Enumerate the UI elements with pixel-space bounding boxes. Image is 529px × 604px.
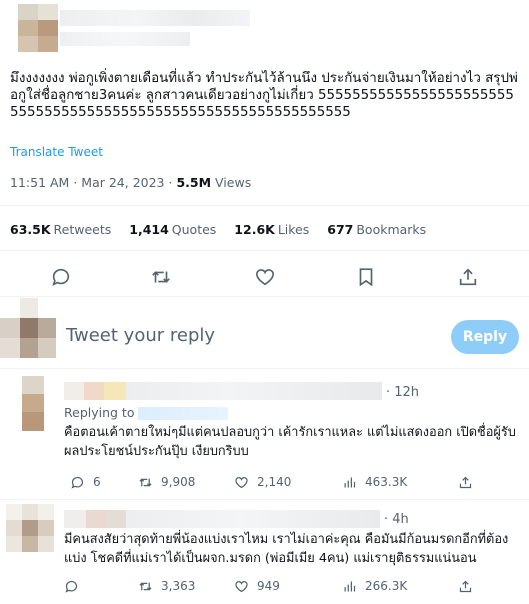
reply-share-button[interactable] xyxy=(458,576,473,596)
reply-views-count: 463.3K xyxy=(365,475,408,489)
reply-views[interactable]: 266.3K xyxy=(342,576,407,596)
reply-submit-button[interactable]: Reply xyxy=(451,320,519,354)
tweet-text: มึงงงงงงง พ่อกูเพิ่งตายเดือนที่แล้ว ทำปร… xyxy=(10,71,518,120)
reply-replies-count: 6 xyxy=(93,475,101,489)
tweet-time[interactable]: 11:51 AM xyxy=(10,175,69,190)
quotes-count: 1,414 xyxy=(129,222,169,237)
reply-input[interactable]: Tweet your reply xyxy=(66,325,215,346)
heart-icon xyxy=(235,476,248,488)
reply-retweets-count: 3,363 xyxy=(161,579,196,593)
retweets-count: 63.5K xyxy=(10,222,51,237)
composer-avatar-blurred xyxy=(0,298,56,358)
reply-timestamp[interactable]: · 12h xyxy=(386,385,419,400)
quotes-stat[interactable]: 1,414 Quotes xyxy=(129,222,216,237)
translate-tweet-link[interactable]: Translate Tweet xyxy=(10,145,103,159)
retweet-arrows-icon xyxy=(139,477,152,487)
reply-likes-count: 2,140 xyxy=(257,475,292,489)
reply-reply-button[interactable]: 6 xyxy=(70,472,101,492)
author-handle-blurred[interactable] xyxy=(60,32,190,46)
speech-bubble-icon xyxy=(65,580,78,593)
reply-avatar-blurred[interactable] xyxy=(22,376,44,431)
likes-label: Likes xyxy=(277,222,310,237)
reply-author-blurred[interactable] xyxy=(64,382,382,400)
replying-to: Replying to xyxy=(64,405,229,420)
reply-action-bar: 6 9,908 2,140 463.3K xyxy=(64,472,524,492)
reply-views[interactable]: 463.3K xyxy=(342,472,407,492)
likes-count: 12.6K xyxy=(234,222,275,237)
reply-retweet-button[interactable]: 9,908 xyxy=(138,472,195,492)
retweet-button[interactable] xyxy=(150,266,172,288)
likes-stat[interactable]: 12.6K Likes xyxy=(234,222,309,237)
engagement-stats: 63.5K Retweets 1,414 Quotes 12.6K Likes 677… xyxy=(10,222,440,237)
tweet-views-label: Views xyxy=(215,175,252,190)
retweet-arrows-icon xyxy=(139,581,152,591)
reply-reply-button[interactable] xyxy=(64,576,79,596)
reply-time[interactable]: 4h xyxy=(392,512,409,527)
tweet-action-bar xyxy=(0,262,529,292)
bar-chart-icon xyxy=(344,477,356,487)
bookmark-button[interactable] xyxy=(355,266,377,288)
share-upload-icon xyxy=(459,268,477,286)
tweet-metadata: 11:51 AM · Mar 24, 2023 · 5.5M Views xyxy=(10,175,251,190)
divider xyxy=(0,368,529,369)
bar-chart-icon xyxy=(344,581,356,591)
author-avatar-blurred[interactable] xyxy=(18,4,58,52)
reply-retweet-button[interactable]: 3,363 xyxy=(138,576,195,596)
reply-like-button[interactable]: 2,140 xyxy=(234,472,291,492)
reply-button[interactable] xyxy=(50,266,72,288)
bookmark-icon xyxy=(359,268,373,287)
tweet-date[interactable]: Mar 24, 2023 xyxy=(81,175,164,190)
retweets-stat[interactable]: 63.5K Retweets xyxy=(10,222,111,237)
heart-icon xyxy=(255,269,275,286)
reply-text: มีคนสงสัยว่าสุดท้ายพี่น้องแบ่งเราไหม เรา… xyxy=(64,532,509,566)
like-button[interactable] xyxy=(254,266,276,288)
speech-bubble-icon xyxy=(52,268,70,286)
reply-likes-count: 949 xyxy=(257,579,280,593)
reply-author-blurred[interactable] xyxy=(64,510,380,528)
speech-bubble-icon xyxy=(71,476,84,489)
reply-like-button[interactable]: 949 xyxy=(234,576,280,596)
reply-time[interactable]: 12h xyxy=(394,385,419,400)
bookmarks-stat[interactable]: 677 Bookmarks xyxy=(327,222,426,237)
reply-share-button[interactable] xyxy=(458,472,473,492)
reply-avatar-blurred[interactable] xyxy=(6,504,54,552)
divider xyxy=(0,499,529,500)
reply-action-bar: 3,363 949 266.3K xyxy=(64,576,524,596)
bookmarks-count: 677 xyxy=(327,222,354,237)
retweets-label: Retweets xyxy=(53,222,112,237)
replying-to-label: Replying to xyxy=(64,405,135,420)
replying-to-handle-blurred[interactable] xyxy=(138,407,229,420)
author-name-blurred[interactable] xyxy=(60,10,250,26)
divider xyxy=(0,250,529,251)
heart-icon xyxy=(235,580,248,592)
reply-timestamp[interactable]: · 4h xyxy=(384,512,409,527)
tweet-views-count: 5.5M xyxy=(176,175,212,190)
reply-retweets-count: 9,908 xyxy=(161,475,196,489)
quotes-label: Quotes xyxy=(171,222,217,237)
reply-text: คือตอนเค้าตายใหม่ๆมีแต่คนปลอบกูว่า เค้าร… xyxy=(64,425,516,459)
share-upload-icon xyxy=(459,476,472,488)
share-button[interactable] xyxy=(457,266,479,288)
bookmarks-label: Bookmarks xyxy=(356,222,427,237)
divider xyxy=(0,296,529,297)
share-upload-icon xyxy=(459,580,472,592)
reply-views-count: 266.3K xyxy=(365,579,408,593)
divider xyxy=(0,205,529,206)
retweet-arrows-icon xyxy=(152,271,170,283)
